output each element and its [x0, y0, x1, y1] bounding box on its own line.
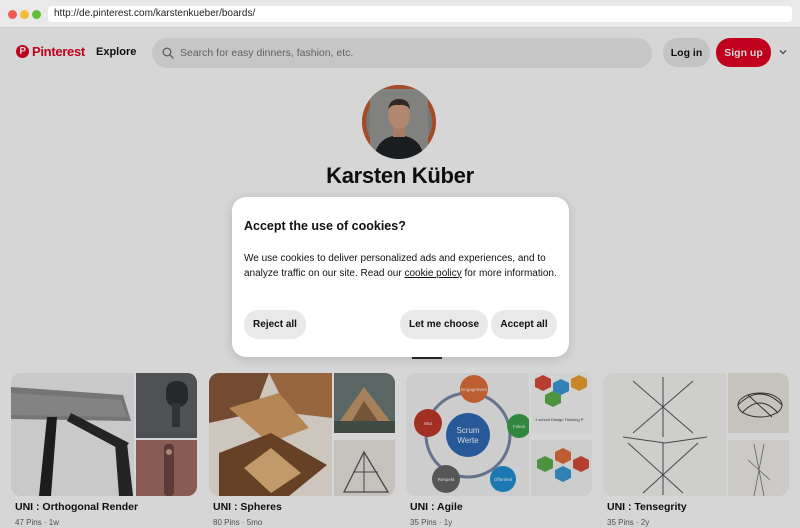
address-bar[interactable]: http://de.pinterest.com/karstenkueber/bo… [48, 6, 792, 22]
cookie-consent-dialog: Accept the use of cookies? We use cookie… [232, 197, 569, 357]
cookie-policy-link[interactable]: cookie policy [404, 268, 461, 279]
cookie-body-text-end: for more information. [461, 267, 557, 279]
browser-chrome: http://de.pinterest.com/karstenkueber/bo… [0, 0, 800, 28]
window-minimize-button[interactable] [20, 10, 29, 19]
window-maximize-button[interactable] [32, 10, 41, 19]
window-close-button[interactable] [8, 10, 17, 19]
let-me-choose-button[interactable]: Let me choose [400, 310, 488, 339]
cookie-dialog-title: Accept the use of cookies? [244, 219, 406, 233]
reject-all-button[interactable]: Reject all [244, 310, 306, 339]
cookie-dialog-body: We use cookies to deliver personalized a… [244, 252, 559, 281]
accept-all-button[interactable]: Accept all [491, 310, 557, 339]
